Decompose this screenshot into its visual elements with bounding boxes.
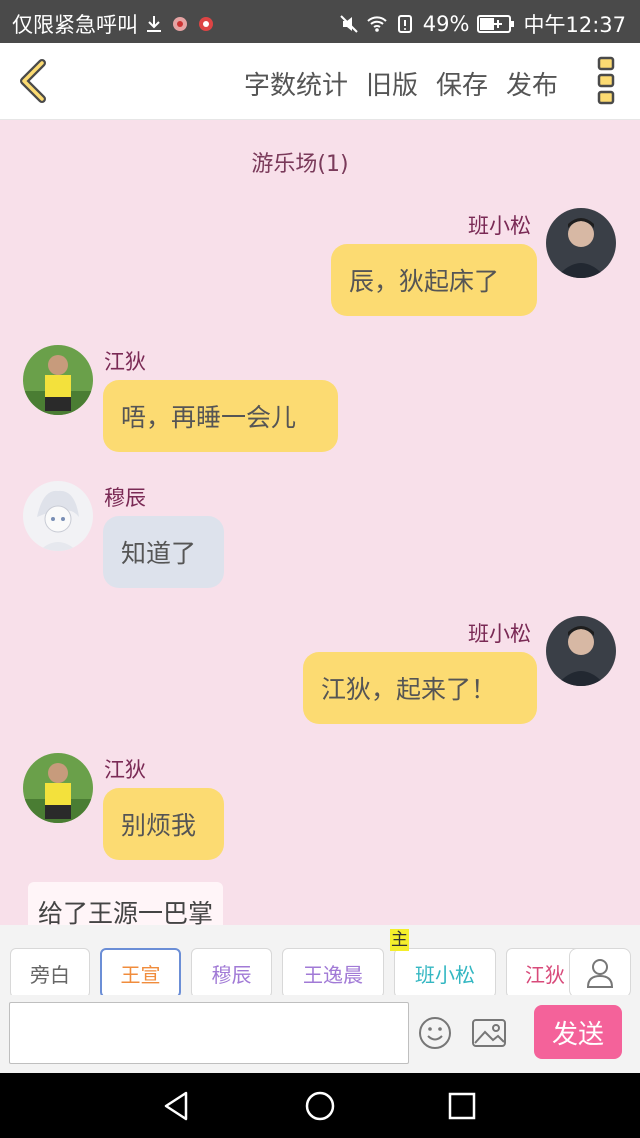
message-input[interactable] xyxy=(9,1002,409,1064)
nav-home-icon[interactable] xyxy=(303,1089,337,1123)
role-selector: 旁白 王宣 穆辰 王逸晨 班小松 主 江狄 xyxy=(0,925,640,998)
app-notification-icon-2 xyxy=(199,17,213,31)
status-time: 中午12:37 xyxy=(523,13,626,37)
wifi-icon xyxy=(367,16,387,32)
word-count-button[interactable]: 字数统计 xyxy=(244,65,348,102)
status-bar: 仅限紧急呼叫 49% 中午12:37 xyxy=(0,0,640,43)
save-button[interactable]: 保存 xyxy=(436,65,488,102)
nav-back-icon[interactable] xyxy=(160,1089,194,1123)
role-wangxuan[interactable]: 王宣 xyxy=(100,948,181,998)
chat-title: 游乐场(1) xyxy=(251,152,349,177)
person-icon xyxy=(586,959,614,988)
message-bubble[interactable]: 辰，狄起床了 xyxy=(331,244,537,316)
battery-percentage: 49% xyxy=(422,12,470,36)
avatar-muchen[interactable] xyxy=(23,481,93,551)
role-narrator[interactable]: 旁白 xyxy=(10,948,90,998)
host-tag: 主 xyxy=(390,929,409,951)
message-bubble[interactable]: 江狄，起来了！ xyxy=(303,652,537,724)
mute-icon xyxy=(340,15,358,33)
avatar-jiangdi[interactable] xyxy=(23,345,93,415)
system-nav-bar xyxy=(0,1073,640,1138)
role-wangyichen[interactable]: 王逸晨 xyxy=(282,948,384,998)
sender-name: 江狄 xyxy=(104,758,146,782)
message-bubble[interactable]: 别烦我 xyxy=(103,788,224,860)
image-icon[interactable] xyxy=(471,1018,507,1048)
emoji-icon[interactable] xyxy=(418,1016,452,1050)
narration-text[interactable]: 给了王源一巴掌 xyxy=(28,882,224,925)
sender-name: 穆辰 xyxy=(104,486,146,510)
input-bar: 发送 xyxy=(0,995,640,1073)
nav-recents-icon[interactable] xyxy=(445,1089,479,1123)
back-arrow-icon[interactable] xyxy=(12,57,56,105)
sender-name: 江狄 xyxy=(104,350,146,374)
sim-alert-icon xyxy=(397,15,412,33)
top-toolbar: 字数统计 旧版 保存 发布 xyxy=(0,43,640,120)
role-muchen[interactable]: 穆辰 xyxy=(191,948,272,998)
battery-charging-icon xyxy=(477,15,515,33)
app-notification-icon xyxy=(173,17,187,31)
avatar-banxiaosong[interactable] xyxy=(546,616,616,686)
sender-name: 班小松 xyxy=(468,214,531,238)
download-icon xyxy=(147,16,161,32)
publish-button[interactable]: 发布 xyxy=(506,65,558,102)
more-options-icon[interactable] xyxy=(596,56,618,106)
message-bubble[interactable]: 唔，再睡一会儿 xyxy=(103,380,338,452)
sender-name: 班小松 xyxy=(468,622,531,646)
old-version-button[interactable]: 旧版 xyxy=(366,65,418,102)
chat-area[interactable]: 游乐场(1) 班小松 辰，狄起床了 江狄 唔，再睡一会儿 穆辰 知道了 班小松 … xyxy=(0,120,640,925)
send-button[interactable]: 发送 xyxy=(534,1005,622,1059)
message-bubble[interactable]: 知道了 xyxy=(103,516,224,588)
avatar-jiangdi[interactable] xyxy=(23,753,93,823)
role-banxiaosong[interactable]: 班小松 xyxy=(394,948,496,998)
contacts-button[interactable] xyxy=(569,948,631,998)
carrier-status-text: 仅限紧急呼叫 xyxy=(12,13,138,37)
avatar-banxiaosong[interactable] xyxy=(546,208,616,278)
